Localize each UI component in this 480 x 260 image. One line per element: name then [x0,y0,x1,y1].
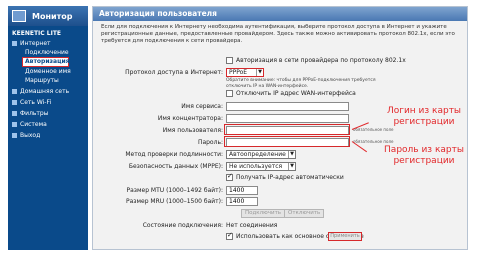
security-value: Не используется [229,163,283,170]
sidebar-item-6[interactable]: Сеть Wi-Fi [12,98,88,107]
sidebar-item-label: Сеть Wi-Fi [20,99,52,106]
concentrator-label: Имя концентратора: [157,115,223,122]
section-icon [12,89,17,94]
page-title: Авторизация пользователя [93,7,467,21]
protocol-note: Обратите внимание: чтобы для PPPoE-подкл… [226,78,376,89]
left-navigation: Монитор KEENETIC LITE Интернет Подключени… [8,6,88,250]
brand-name: KEENETIC LITE [12,30,62,37]
page-description: Если для подключения к Интернету необход… [101,24,455,44]
protocol-label: Протокол доступа в Интернет: [125,69,223,76]
chevron-down-icon: ▼ [256,69,263,76]
sidebar-item-label: Маршруты [25,77,59,84]
row-auto-ip: Получать IP-адрес автоматически [93,172,469,183]
password-callout-text: Пароль из карты регистрации [384,145,464,166]
username-highlight [224,124,350,135]
disconnect-button[interactable]: Отключить [284,209,325,218]
sidebar-item-label: Подключение [25,49,69,56]
row-disable-ip: Отключить IP адрес WAN-интерфейса [93,90,469,99]
password-label: Пароль: [197,139,223,146]
section-icon [12,100,17,105]
security-select[interactable]: Не используется ▼ [226,162,296,171]
concentrator-input[interactable] [226,114,349,123]
sidebar-item-label: Фильтры [20,110,49,117]
8021x-checkbox[interactable] [226,57,233,64]
row-primary: Использовать как основное соединение [93,231,469,242]
row-mru: Размер MRU (1000–1500 байт): [93,197,469,206]
nav-menu: Интернет Подключение Авторизация Доменное и… [8,39,88,140]
sidebar-item-7[interactable]: Фильтры [12,109,88,118]
password-highlight [224,136,350,147]
primary-connection-checkbox[interactable] [226,231,233,240]
row-status: Состояние подключения: Нет соединения [93,221,469,230]
sidebar-item-5[interactable]: Домашняя сеть [12,87,88,96]
section-icon [12,41,17,46]
monitor-icon [12,10,26,22]
sidebar-item-0[interactable]: Интернет [12,39,88,48]
sidebar-item-3[interactable]: Доменное имя [12,67,88,76]
password-required-note: обязательное поле [353,139,394,144]
service-name-input[interactable] [226,102,349,111]
8021x-label: Авторизация в сети провайдера по протоко… [236,57,406,64]
mtu-input[interactable] [226,186,258,195]
sidebar-item-2[interactable]: Авторизация [22,57,70,67]
sidebar-item-label: Интернет [20,40,51,47]
sidebar-item-label: Выход [20,132,41,139]
disable-ip-label: Отключить IP адрес WAN-интерфейса [236,90,356,97]
mtu-label: Размер MTU (1000–1492 байт): [126,187,223,194]
auth-method-label: Метод проверки подлинности: [125,151,223,158]
sidebar-item-label: Домашняя сеть [20,88,70,95]
service-label: Имя сервиса: [181,103,223,110]
security-label: Безопасность данных (MPPE): [128,163,223,170]
app-frame: Монитор KEENETIC LITE Интернет Подключени… [0,0,480,260]
auth-method-value: Автоопределение [229,151,286,158]
section-icon [12,111,17,116]
auth-method-select[interactable]: Автоопределение ▼ [226,150,296,159]
sidebar-item-label: Авторизация [25,58,70,65]
row-8021x: Авторизация в сети провайдера по протоко… [93,57,469,66]
status-value: Нет соединения [226,222,278,229]
connect-button[interactable]: Подключить [241,209,286,218]
username-label: Имя пользователя: [162,127,223,134]
sidebar-item-label: Система [20,121,47,128]
auto-ip-checkbox[interactable] [226,172,233,181]
status-label: Состояние подключения: [142,222,223,229]
protocol-value: PPPoE [229,69,248,76]
disable-ip-checkbox[interactable] [226,90,233,97]
password-callout: Пароль из карты регистрации [370,145,478,167]
login-callout-text: Логин из карты регистрации [386,106,462,127]
chevron-down-icon: ▼ [288,163,295,170]
section-icon [12,122,17,127]
sidebar-item-8[interactable]: Система [12,120,88,129]
section-icon [12,133,17,138]
auto-ip-label: Получать IP-адрес автоматически [236,174,344,181]
row-buttons: Подключить Отключить [93,209,469,218]
chevron-down-icon: ▼ [288,151,295,158]
protocol-select[interactable]: PPPoE ▼ [226,68,264,77]
mru-input[interactable] [226,197,258,206]
sidebar-item-1[interactable]: Подключение [12,48,88,57]
row-protocol: Протокол доступа в Интернет: PPPoE ▼ [93,68,469,77]
login-callout: Логин из карты регистрации [370,106,478,128]
mru-label: Размер MRU (1000–1500 байт): [126,198,223,205]
sidebar-item-4[interactable]: Маршруты [12,76,88,85]
apply-button[interactable]: Применить [328,232,362,241]
sidebar-item-9[interactable]: Выход [12,131,88,140]
row-mtu: Размер MTU (1000–1492 байт): [93,186,469,195]
monitor-label: Монитор [32,11,73,21]
sidebar-item-label: Доменное имя [25,68,71,75]
monitor-header[interactable]: Монитор [8,6,88,26]
